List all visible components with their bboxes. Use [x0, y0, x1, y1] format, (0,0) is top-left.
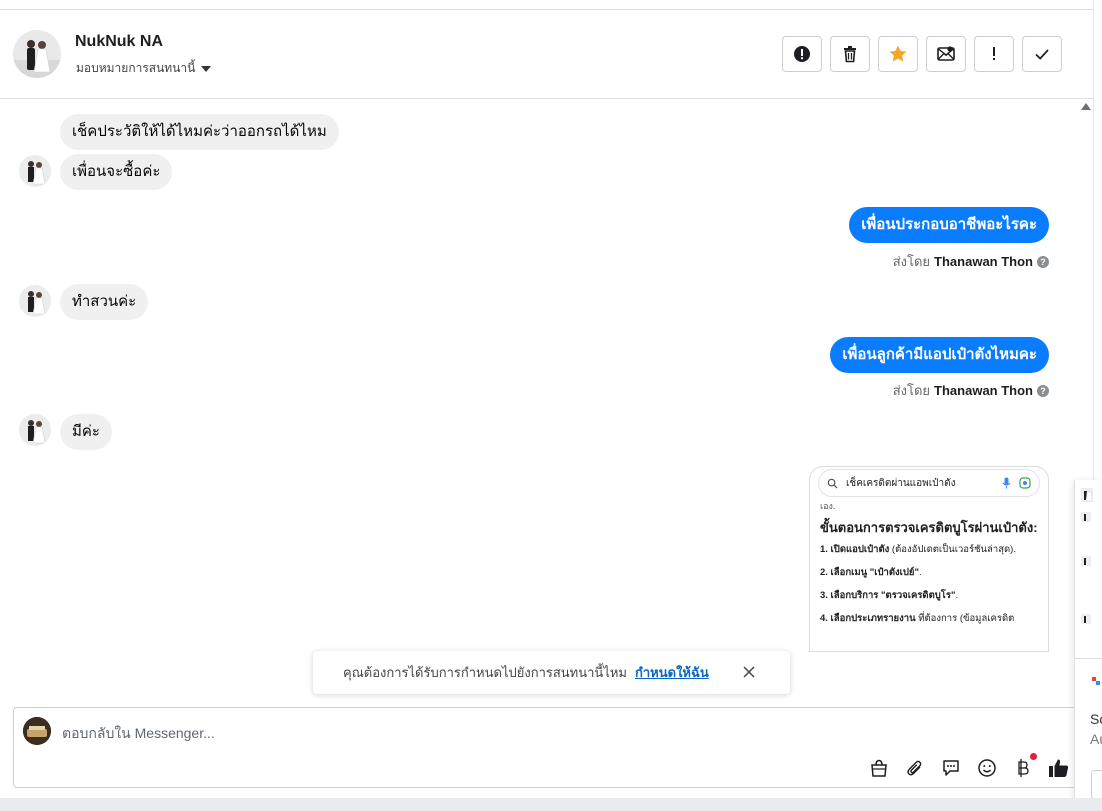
alert-circle-icon	[794, 46, 810, 62]
sent-by-name: Thanawan Thon	[934, 254, 1033, 269]
mark-done-button[interactable]	[1022, 36, 1062, 72]
conversation-panel: NukNuk NA มอบหมายการสนทนานี้ เช็คประวัติ…	[0, 0, 1094, 811]
side-button[interactable]	[1091, 770, 1102, 800]
assign-conversation-dropdown[interactable]: มอบหมายการสนทนานี้	[76, 59, 212, 78]
sent-by-label: ส่งโดย Thanawan Thon ?	[893, 251, 1049, 272]
emoji-button[interactable]	[975, 756, 998, 779]
outgoing-message: เพื่อนประกอบอาชีพอะไรคะ	[849, 207, 1049, 243]
side-avatar	[1081, 556, 1091, 568]
outgoing-message: เพื่อนลูกค้ามีแอปเป๋าตังไหมคะ	[830, 337, 1049, 373]
composer-toolbar	[867, 753, 1070, 779]
incoming-message: เช็คประวัติให้ได้ไหมค่ะว่าออกรถได้ไหม	[60, 114, 339, 150]
contact-name[interactable]: NukNuk NA	[75, 33, 163, 51]
mark-unread-button[interactable]	[926, 36, 966, 72]
smiley-icon	[977, 758, 996, 777]
header-actions	[782, 36, 1062, 72]
assign-prompt-toast: คุณต้องการได้รับการกำหนดไปยังการสนทนานี้…	[313, 651, 790, 694]
contact-avatar-small	[19, 414, 51, 446]
follow-up-button[interactable]	[974, 36, 1014, 72]
screenshot-step: 2. เลือกเมนู "เป๋าตังเปย์".	[820, 567, 922, 578]
reply-input[interactable]: ตอบกลับใน Messenger...	[62, 723, 215, 745]
image-attachment[interactable]: เช็คเครดิตผ่านแอพเป๋าตัง เอง. ขั้นตอนการ…	[809, 466, 1049, 652]
side-text-1: Sc	[1090, 711, 1102, 727]
close-icon[interactable]	[742, 665, 756, 679]
microphone-icon	[1002, 477, 1011, 489]
shopping-bag-icon	[870, 759, 887, 777]
chat-bubble-icon	[942, 759, 959, 776]
sent-by-prefix: ส่งโดย	[892, 254, 931, 269]
trash-icon	[844, 46, 856, 63]
sent-by-label: ส่งโดย Thanawan Thon ?	[893, 380, 1049, 401]
page-avatar	[23, 717, 51, 745]
help-icon[interactable]: ?	[1037, 384, 1049, 397]
sent-by-name: Thanawan Thon	[934, 383, 1033, 398]
side-popup-panel[interactable]: Sc Au	[1074, 480, 1102, 811]
notification-dot	[1030, 753, 1037, 760]
message-thread[interactable]: เช็คประวัติให้ได้ไหมค่ะว่าออกรถได้ไหม เพ…	[0, 100, 1078, 700]
bottom-bar	[0, 798, 1102, 811]
side-logo-icon	[1091, 676, 1101, 690]
report-spam-button[interactable]	[782, 36, 822, 72]
attach-button[interactable]	[903, 756, 926, 779]
help-icon[interactable]: ?	[1037, 255, 1049, 268]
assign-prompt-text: คุณต้องการได้รับการกำหนดไปยังการสนทนานี้…	[343, 665, 627, 680]
paperclip-icon	[906, 760, 921, 775]
shop-button[interactable]	[867, 756, 890, 779]
reply-composer[interactable]: ตอบกลับใน Messenger...	[13, 707, 1083, 788]
contact-avatar-small	[19, 155, 51, 187]
incoming-message: เพื่อนจะซื้อค่ะ	[60, 154, 173, 190]
screenshot-title: ขั้นตอนการตรวจเครดิตบูโรผ่านเป๋าตัง:	[820, 520, 1038, 535]
conversation-header: NukNuk NA มอบหมายการสนทนานี้	[0, 10, 1094, 99]
checkmark-icon	[1035, 49, 1049, 60]
side-avatar	[1081, 488, 1093, 504]
star-button[interactable]	[878, 36, 918, 72]
side-avatar	[1081, 512, 1091, 524]
screenshot-fragment: เอง.	[820, 501, 836, 511]
screenshot-search-bar: เช็คเครดิตผ่านแอพเป๋าตัง	[818, 469, 1040, 497]
like-button[interactable]	[1047, 756, 1070, 779]
screenshot-step: 3. เลือกบริการ "ตรวจเครดิตบูโร".	[820, 590, 959, 601]
contact-avatar[interactable]	[13, 30, 61, 78]
sent-by-prefix: ส่งโดย	[892, 383, 931, 398]
thumbs-up-icon	[1048, 759, 1068, 777]
side-divider	[1075, 658, 1102, 659]
lens-icon	[1019, 477, 1031, 489]
assign-label: มอบหมายการสนทนานี้	[76, 61, 196, 75]
scroll-up-arrow-icon[interactable]	[1081, 103, 1091, 110]
incoming-message: ทำสวนค่ะ	[60, 284, 149, 320]
contact-avatar-small	[19, 285, 51, 317]
screenshot-step: 4. เลือกประเภทรายงาน ที่ต้องการ (ข้อมูลเ…	[820, 613, 1015, 624]
screenshot-step: 1. เปิดแอปเป๋าตัง (ต้องอัปเดตเป็นเวอร์ชั…	[820, 544, 1016, 555]
search-icon	[827, 478, 838, 489]
side-text-2: Au	[1090, 731, 1102, 747]
payment-button[interactable]	[1011, 753, 1037, 779]
delete-button[interactable]	[830, 36, 870, 72]
assign-to-me-link[interactable]: กำหนดให้ฉัน	[635, 662, 709, 683]
chevron-down-icon	[201, 65, 212, 72]
side-avatar	[1081, 614, 1091, 626]
envelope-icon	[937, 46, 955, 61]
exclamation-icon	[993, 47, 995, 60]
star-icon	[889, 45, 907, 62]
saved-replies-button[interactable]	[939, 756, 962, 779]
screenshot-search-query: เช็คเครดิตผ่านแอพเป๋าตัง	[846, 477, 956, 489]
incoming-message: มีค่ะ	[60, 414, 112, 450]
baht-icon	[1017, 758, 1029, 777]
